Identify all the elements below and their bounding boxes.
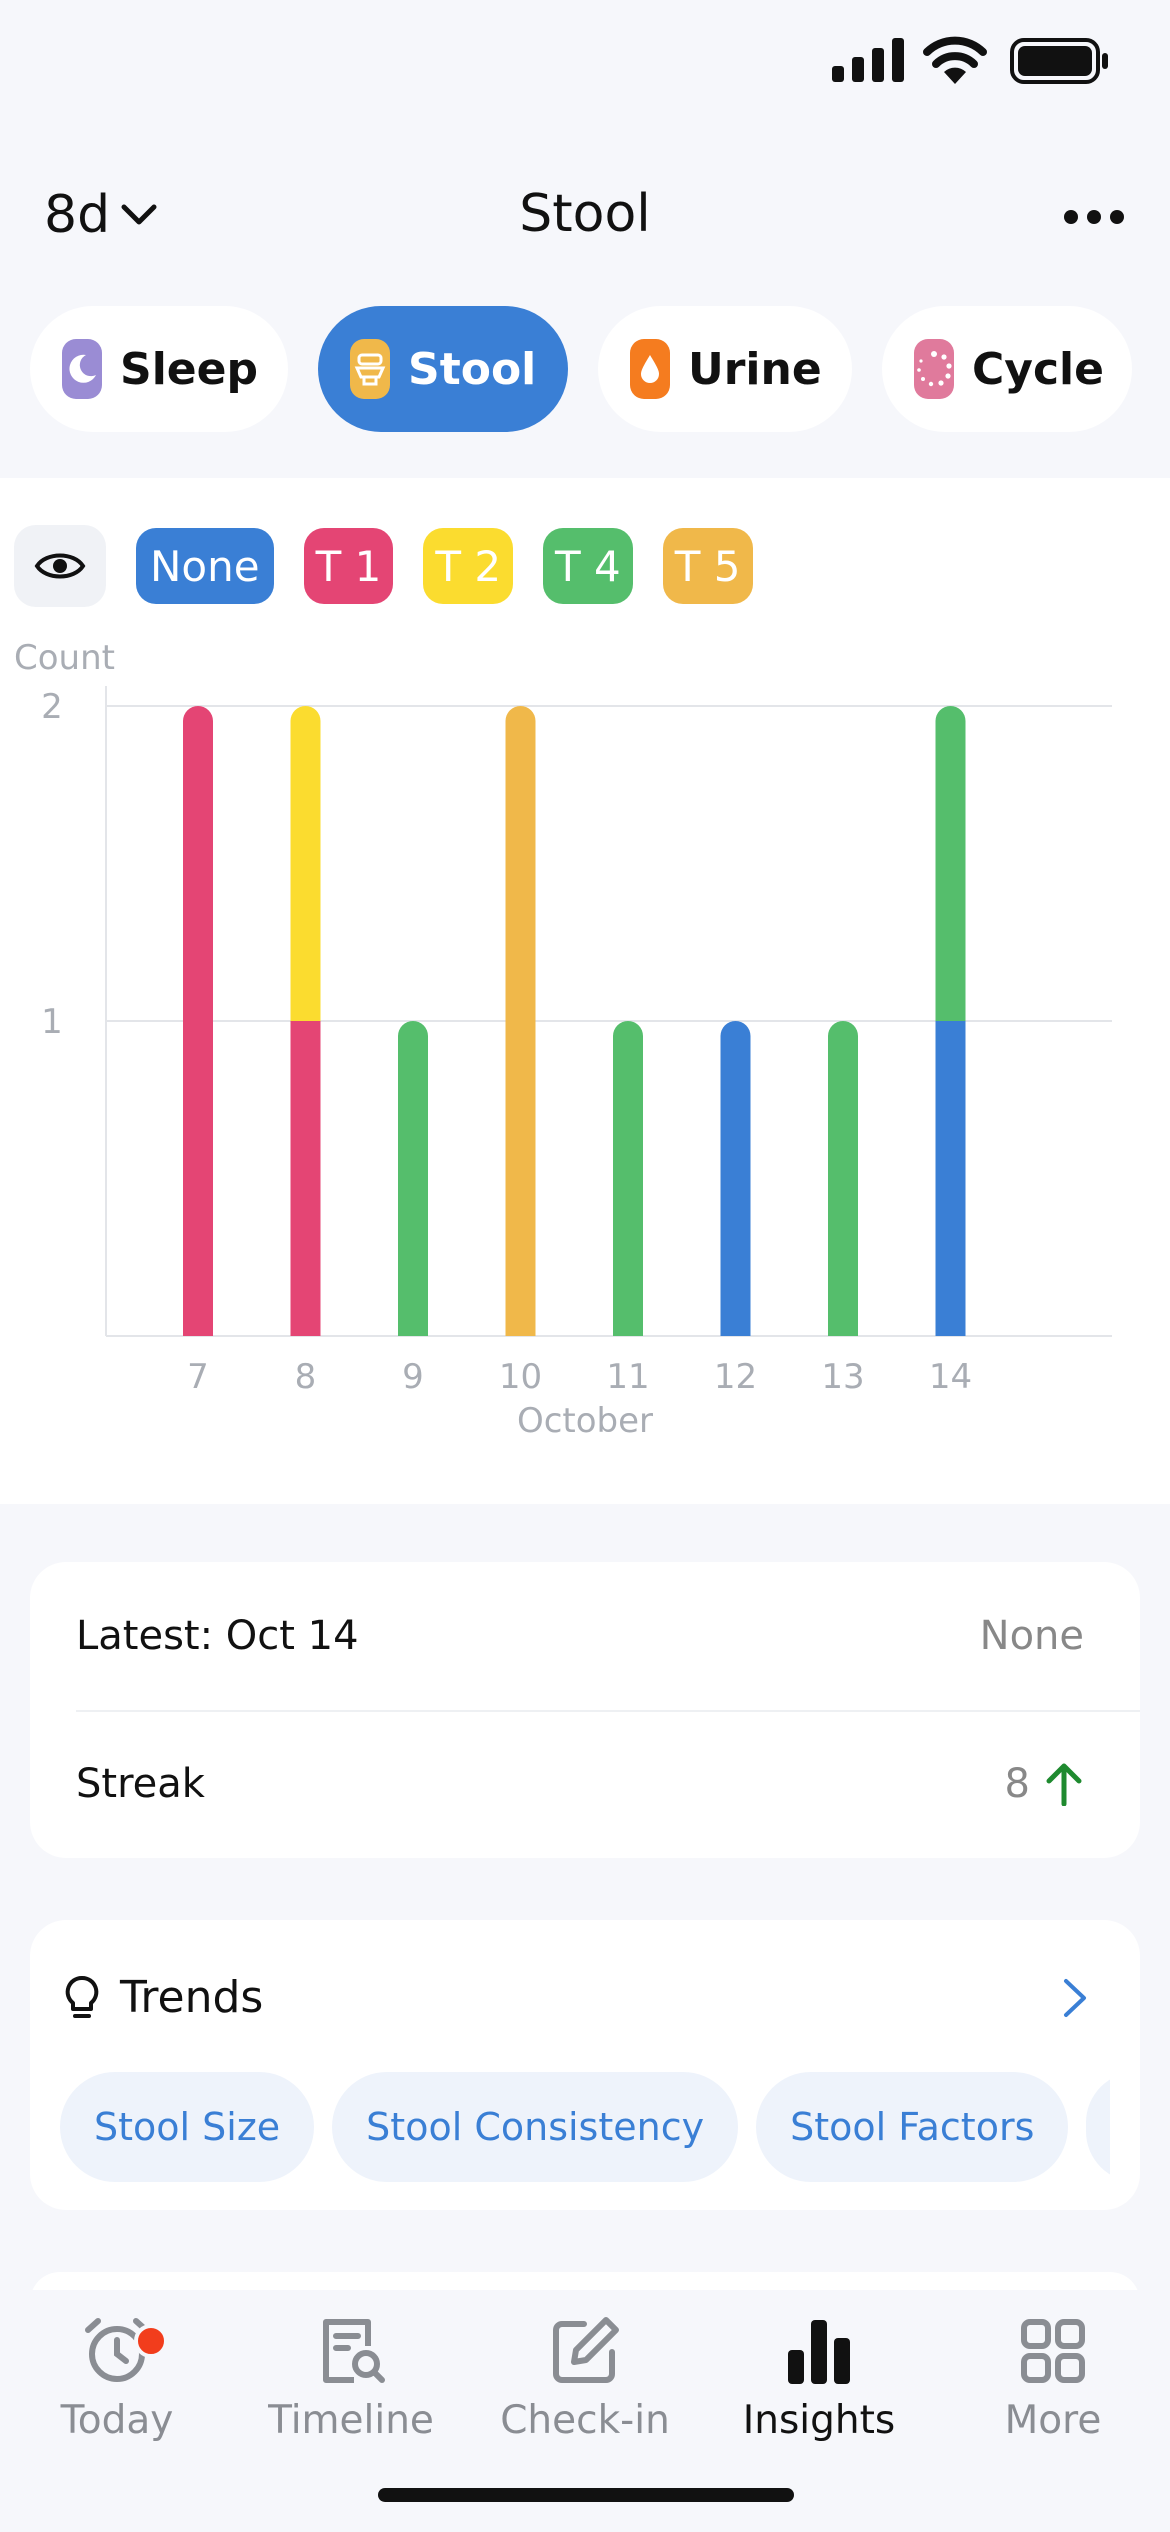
lightbulb-icon: [65, 1975, 99, 2018]
tab-label: Insights: [742, 2398, 896, 2443]
droplet-icon: [630, 339, 670, 399]
x-tick-label: 8: [295, 1357, 317, 1397]
trends-header[interactable]: Trends: [60, 1972, 263, 2023]
legend: None T 1 T 2 T 4 T 5: [14, 525, 753, 607]
bar-segment: [398, 1021, 428, 1336]
document-search-icon: [323, 2319, 385, 2383]
cellular-signal-icon: [832, 38, 904, 82]
page-title: Stool: [519, 184, 651, 244]
x-axis-label: October: [517, 1401, 653, 1441]
tab-cycle[interactable]: Cycle: [882, 306, 1132, 432]
bar-segment: [935, 1021, 966, 1336]
tab-label: Today: [60, 2398, 174, 2443]
x-tick-label: 11: [606, 1357, 649, 1397]
x-tick-label: 9: [402, 1357, 424, 1397]
bar-chart-icon: [788, 2320, 850, 2384]
x-tick-label: 12: [714, 1357, 757, 1397]
category-tabs: Sleep Stool Urine Cycle: [30, 306, 1170, 432]
chart-panel: None T 1 T 2 T 4 T 5 Count 1 2 7 8 9 10 11 12 13…: [0, 478, 1170, 1504]
home-indicator: [378, 2488, 794, 2502]
tab-urine[interactable]: Urine: [598, 306, 852, 432]
chevron-right-icon[interactable]: [1060, 1976, 1090, 2020]
streak-label: Streak: [76, 1761, 205, 1807]
battery-icon: [1010, 38, 1108, 84]
trend-chip-stool-size[interactable]: Stool Size: [60, 2072, 315, 2182]
arrow-up-icon: [1046, 1763, 1082, 1806]
trends-card: Trends Stool Size Stool Consistency Stoo…: [30, 1920, 1140, 2210]
legend-chip-none[interactable]: None: [136, 528, 274, 604]
cycle-icon: [914, 339, 954, 399]
latest-value: None: [979, 1613, 1084, 1659]
tab-label: Cycle: [972, 343, 1104, 395]
wifi-icon: [923, 36, 987, 84]
tab-check-in[interactable]: Check-in: [468, 2314, 702, 2443]
trend-chip-stool-consistency[interactable]: Stool Consistency: [332, 2072, 739, 2182]
stool-bar-chart: 127 8 9 10 11 12 13 14October: [41, 686, 1112, 1441]
trend-chip-more[interactable]: M: [1086, 2072, 1110, 2182]
y-axis-label: Count: [14, 638, 115, 678]
summary-card: Latest: Oct 14 None Streak 8: [30, 1562, 1140, 1858]
moon-icon: [62, 339, 102, 399]
tab-stool[interactable]: Stool: [318, 306, 568, 432]
y-tick-label: 2: [41, 687, 63, 727]
eye-icon[interactable]: [14, 525, 106, 607]
legend-chip-t4[interactable]: T 4: [543, 528, 633, 604]
toilet-icon: [350, 339, 390, 399]
bar-segment: [290, 706, 321, 1021]
bar-segment: [290, 1021, 321, 1336]
bar-segment: [505, 706, 536, 1336]
tab-label: Stool: [408, 343, 537, 395]
tab-label: More: [1004, 2398, 1102, 2443]
status-bar: [0, 0, 1170, 120]
trends-title: Trends: [120, 1972, 264, 2023]
streak-value: 8: [1004, 1761, 1030, 1807]
tab-label: Sleep: [120, 343, 258, 395]
bar-segment: [183, 706, 213, 1336]
grid-icon: [1021, 2319, 1085, 2383]
legend-chip-t1[interactable]: T 1: [303, 528, 394, 604]
bar-segment: [828, 1021, 858, 1336]
tab-more[interactable]: More: [936, 2314, 1170, 2443]
x-tick-label: 7: [187, 1357, 209, 1397]
tab-sleep[interactable]: Sleep: [30, 306, 288, 432]
tab-timeline[interactable]: Timeline: [234, 2314, 468, 2443]
legend-chip-t5[interactable]: T 5: [662, 528, 753, 604]
tab-label: Urine: [688, 343, 822, 395]
tab-label: Check-in: [500, 2398, 670, 2443]
latest-row[interactable]: Latest: Oct 14 None: [76, 1562, 1084, 1710]
tab-label: Timeline: [268, 2398, 434, 2443]
legend-chip-t2[interactable]: T 2: [423, 528, 514, 604]
notification-badge: [134, 2324, 168, 2358]
x-tick-label: 14: [929, 1357, 972, 1397]
y-tick-label: 1: [41, 1002, 63, 1042]
trend-chips: Stool Size Stool Consistency Stool Facto…: [60, 2072, 1110, 2182]
header: 8d Stool: [0, 160, 1170, 270]
x-tick-label: 10: [499, 1357, 542, 1397]
streak-row[interactable]: Streak 8: [76, 1710, 1084, 1858]
bar-segment: [935, 706, 966, 1021]
bar-segment: [613, 1021, 643, 1336]
bar-segment: [720, 1021, 751, 1336]
more-options-icon[interactable]: [1064, 210, 1124, 226]
edit-icon: [553, 2317, 619, 2383]
trend-chip-stool-factors[interactable]: Stool Factors: [756, 2072, 1069, 2182]
tab-insights[interactable]: Insights: [702, 2314, 936, 2443]
x-tick-label: 13: [821, 1357, 864, 1397]
latest-label: Latest: Oct 14: [76, 1613, 359, 1659]
tab-today[interactable]: Today: [0, 2314, 234, 2443]
